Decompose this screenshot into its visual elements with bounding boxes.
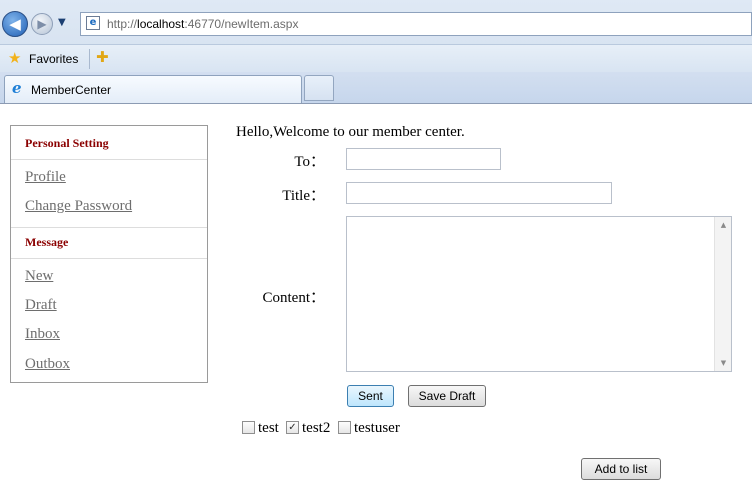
sidebar-link-profile[interactable]: Profile [25,169,66,186]
browser-chrome: ◀ ▶ ▼ e http://localhost:46770/newItem.a… [0,0,752,104]
tab-membercenter[interactable]: e MemberCenter [4,75,302,103]
sidebar-link-change-password[interactable]: Change Password [25,198,132,215]
favorites-button[interactable]: Favorites [29,52,78,66]
textarea-scrollbar[interactable]: ▲ ▼ [714,217,731,371]
add-to-list-button[interactable]: Add to list [581,458,661,480]
content-label: Content： [262,290,326,306]
divider [89,49,90,69]
to-label: To： [294,154,325,170]
tab-strip: e MemberCenter [0,72,752,104]
sidebar-link-outbox[interactable]: Outbox [25,356,70,373]
tab-label: MemberCenter [31,83,112,97]
favorites-bar: ★ Favorites ✚ [0,44,752,73]
scroll-down-icon[interactable]: ▼ [719,359,728,367]
divider [11,159,207,160]
sidebar-link-inbox[interactable]: Inbox [25,326,60,343]
sidebar-link-draft[interactable]: Draft [25,297,57,314]
address-text: http://localhost:46770/newItem.aspx [107,17,299,31]
favorites-star-icon[interactable]: ★ [8,51,21,66]
history-dropdown-icon[interactable]: ▼ [58,17,66,28]
sidebar-heading-message: Message [25,235,69,249]
content-textarea[interactable]: ▲ ▼ [346,216,732,372]
checkbox-label-test2: test2 [302,420,331,436]
checkbox-label-test: test [258,420,279,436]
title-label: Title： [282,188,325,204]
forward-button[interactable]: ▶ [31,13,53,35]
address-bar[interactable]: e http://localhost:46770/newItem.aspx [80,12,752,36]
sent-button[interactable]: Sent [347,385,394,407]
welcome-text: Hello,Welcome to our member center. [236,124,465,140]
sidebar-heading-personal-setting: Personal Setting [25,136,109,150]
navigation-bar: ◀ ▶ ▼ e http://localhost:46770/newItem.a… [0,0,752,44]
divider [11,227,207,228]
checkbox-test2[interactable]: ✓ [286,421,299,434]
to-input[interactable] [346,148,501,170]
back-button[interactable]: ◀ [2,11,28,37]
sidebar: Personal Setting Profile Change Password… [10,125,208,383]
scroll-up-icon[interactable]: ▲ [719,221,728,229]
sidebar-link-new[interactable]: New [25,268,53,285]
page-icon: e [86,16,100,30]
save-draft-button[interactable]: Save Draft [408,385,486,407]
divider [11,258,207,259]
title-input[interactable] [346,182,612,204]
checkbox-label-testuser: testuser [354,420,400,436]
new-tab-button[interactable] [304,75,334,101]
checkbox-testuser[interactable] [338,421,351,434]
ie-icon: e [12,79,22,97]
checkbox-test[interactable] [242,421,255,434]
add-favorite-icon[interactable]: ✚ [96,50,109,65]
